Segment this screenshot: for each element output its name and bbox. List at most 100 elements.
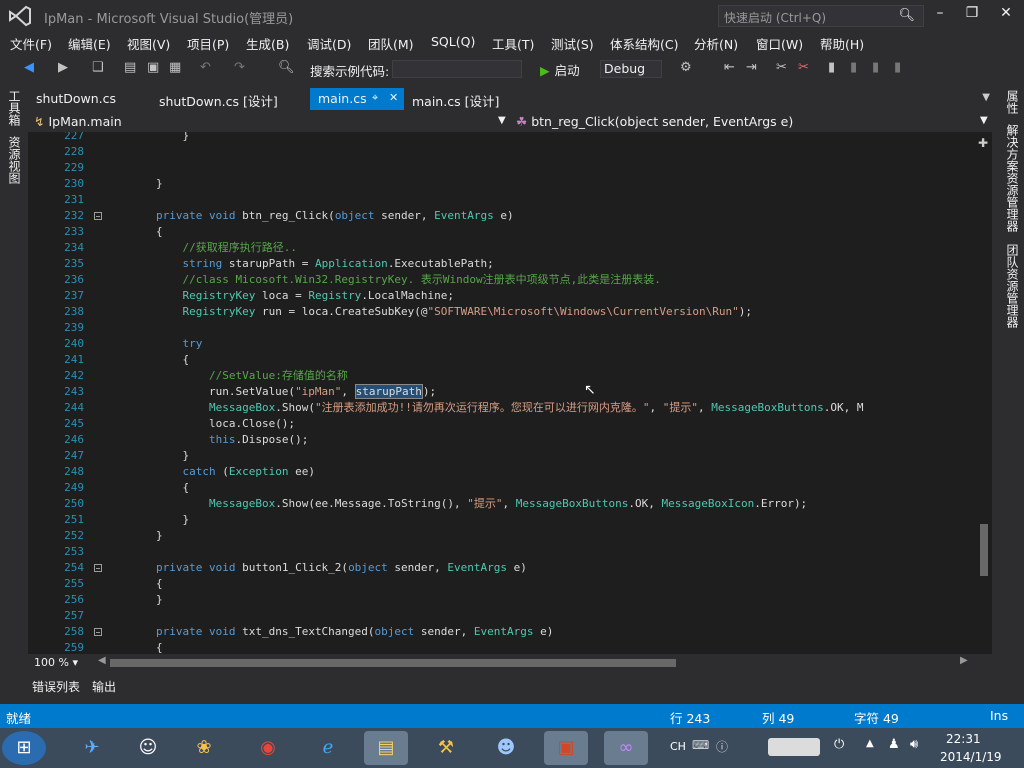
close-button[interactable]: ✕	[994, 5, 1018, 27]
save-all-icon[interactable]: ▦	[169, 60, 181, 75]
code-line[interactable]: 230 }	[28, 176, 976, 192]
code-editor[interactable]: 227 } 228 229 230 } 231 232 private void btn_…	[28, 132, 992, 654]
menu-build[interactable]: 生成(B)	[246, 34, 289, 53]
pin-icon[interactable]: ⌖	[372, 91, 378, 105]
internet-explorer-icon[interactable]: ℯ	[306, 731, 350, 765]
search-samples-combo[interactable]	[392, 60, 522, 78]
scroll-left-icon[interactable]: ◀	[98, 655, 106, 666]
code-line[interactable]: 244 MessageBox.Show("注册表添加成功!!请勿再次运行程序。您…	[28, 400, 976, 416]
code-line[interactable]: 253	[28, 544, 976, 560]
class-dropdown[interactable]: ↯ IpMan.main	[34, 114, 122, 129]
help-icon[interactable]: ⓘ	[716, 738, 728, 755]
solution-configuration-combo[interactable]: Debug	[600, 60, 662, 78]
menu-file[interactable]: 文件(F)	[10, 34, 52, 53]
comment-icon[interactable]: ✂	[776, 60, 787, 75]
menu-window[interactable]: 窗口(W)	[756, 34, 803, 53]
code-line[interactable]: 255 {	[28, 576, 976, 592]
code-line[interactable]: 259 {	[28, 640, 976, 654]
split-editor-icon[interactable]: ✚	[978, 136, 988, 150]
menu-edit[interactable]: 编辑(E)	[68, 34, 111, 53]
new-project-icon[interactable]: ❑	[92, 60, 104, 75]
code-line[interactable]: 242 //SetValue:存储值的名称	[28, 368, 976, 384]
ime-indicator[interactable]: CH	[670, 740, 686, 753]
code-line[interactable]: 227 }	[28, 132, 976, 144]
code-line[interactable]: 231	[28, 192, 976, 208]
back-icon[interactable]: ◀	[24, 60, 34, 75]
forward-icon[interactable]: ▶	[58, 60, 68, 75]
chevron-down-icon[interactable]: ▼	[980, 115, 988, 126]
find-icon[interactable]: 🔍︎	[278, 60, 295, 75]
code-line[interactable]: 237 RegistryKey loca = Registry.LocalMac…	[28, 288, 976, 304]
vertical-scrollbar[interactable]	[976, 132, 992, 654]
code-line[interactable]: 233 {	[28, 224, 976, 240]
code-line[interactable]: 254 private void button1_Click_2(object …	[28, 560, 976, 576]
code-line[interactable]: 235 string starupPath = Application.Exec…	[28, 256, 976, 272]
code-line[interactable]: 245 loca.Close();	[28, 416, 976, 432]
code-line[interactable]: 247 }	[28, 448, 976, 464]
chrome-icon[interactable]: ◉	[246, 731, 290, 765]
menu-architecture[interactable]: 体系结构(C)	[610, 34, 678, 53]
gift-icon[interactable]: ❀	[182, 731, 226, 765]
undo-icon[interactable]: ↶	[200, 60, 211, 75]
code-line[interactable]: 248 catch (Exception ee)	[28, 464, 976, 480]
power-plug-icon[interactable]: ⏻	[834, 737, 844, 752]
indent-icon[interactable]: ⇥	[746, 60, 757, 75]
qq-icon[interactable]: ☺	[126, 731, 170, 765]
code-line[interactable]: 240 try	[28, 336, 976, 352]
selected-text[interactable]: starupPath	[354, 384, 423, 399]
member-dropdown[interactable]: ☘ btn_reg_Click(object sender, EventArgs…	[516, 114, 793, 129]
zoom-level-combo[interactable]: 100 % ▾	[34, 656, 78, 669]
redo-icon[interactable]: ↷	[234, 60, 245, 75]
tab-shutdown-cs[interactable]: shutDown.cs	[28, 88, 124, 110]
horizontal-scroll-thumb[interactable]	[110, 659, 676, 667]
menu-help[interactable]: 帮助(H)	[820, 34, 864, 53]
collapse-region-icon[interactable]	[94, 564, 102, 572]
start-debugging-button[interactable]: ▶ 启动	[540, 60, 580, 79]
collapse-region-icon[interactable]	[94, 628, 102, 636]
explorer-icon[interactable]: ▤	[364, 731, 408, 765]
clear-bookmarks-icon[interactable]: ▮	[894, 60, 901, 75]
prev-bookmark-icon[interactable]: ▮	[850, 60, 857, 75]
tab-main-design[interactable]: main.cs [设计]	[404, 88, 507, 110]
tab-shutdown-design[interactable]: shutDown.cs [设计]	[151, 88, 286, 110]
menu-test[interactable]: 测试(S)	[551, 34, 594, 53]
properties-tab[interactable]: 属性	[1004, 90, 1021, 114]
collapse-region-icon[interactable]	[94, 212, 102, 220]
team-explorer-tab[interactable]: 团队资源管理器	[1004, 244, 1021, 328]
tab-output[interactable]: 输出	[92, 678, 116, 695]
vertical-scroll-thumb[interactable]	[980, 524, 988, 576]
tab-main-cs[interactable]: main.cs ⌖ ✕	[310, 88, 404, 110]
visual-studio-taskbar-icon[interactable]: ∞	[604, 731, 648, 765]
code-line[interactable]: 256 }	[28, 592, 976, 608]
search-icon[interactable]: 🔍︎	[898, 8, 915, 23]
open-file-icon[interactable]: ▤	[124, 60, 136, 75]
minimize-button[interactable]: –	[928, 5, 952, 27]
code-line[interactable]: 238 RegistryKey run = loca.CreateSubKey(…	[28, 304, 976, 320]
keyboard-icon[interactable]: ⌨	[692, 738, 709, 752]
menu-tools[interactable]: 工具(T)	[492, 34, 534, 53]
chevron-down-icon[interactable]: ▼	[498, 115, 506, 126]
clock-date[interactable]: 2014/1/19	[940, 750, 1002, 764]
menu-project[interactable]: 项目(P)	[187, 34, 229, 53]
scroll-right-icon[interactable]: ▶	[960, 655, 968, 666]
code-line[interactable]: 257	[28, 608, 976, 624]
toolbox-tab[interactable]: 工具箱	[6, 90, 23, 126]
tab-error-list[interactable]: 错误列表	[32, 678, 80, 695]
solution-explorer-tab[interactable]: 解决方案资源管理器	[1004, 124, 1021, 232]
volume-icon[interactable]: 🔊︎	[910, 737, 918, 752]
outdent-icon[interactable]: ⇤	[724, 60, 735, 75]
tab-overflow-icon[interactable]: ▼	[982, 92, 990, 103]
menu-debug[interactable]: 调试(D)	[307, 34, 351, 53]
bookmark-icon[interactable]: ▮	[828, 60, 835, 75]
menu-team[interactable]: 团队(M)	[368, 34, 414, 53]
code-line[interactable]: 241 {	[28, 352, 976, 368]
uncomment-icon[interactable]: ✂	[798, 60, 809, 75]
code-line[interactable]: 250 MessageBox.Show(ee.Message.ToString(…	[28, 496, 976, 512]
code-line[interactable]: 251 }	[28, 512, 976, 528]
clock-time[interactable]: 22:31	[946, 732, 981, 746]
close-tab-icon[interactable]: ✕	[389, 91, 398, 104]
bird-app-icon[interactable]: ✈	[70, 731, 114, 765]
code-line[interactable]: 246 this.Dispose();	[28, 432, 976, 448]
save-icon[interactable]: ▣	[147, 60, 159, 75]
code-line[interactable]: 243 run.SetValue("ipMan", starupPath);	[28, 384, 976, 400]
